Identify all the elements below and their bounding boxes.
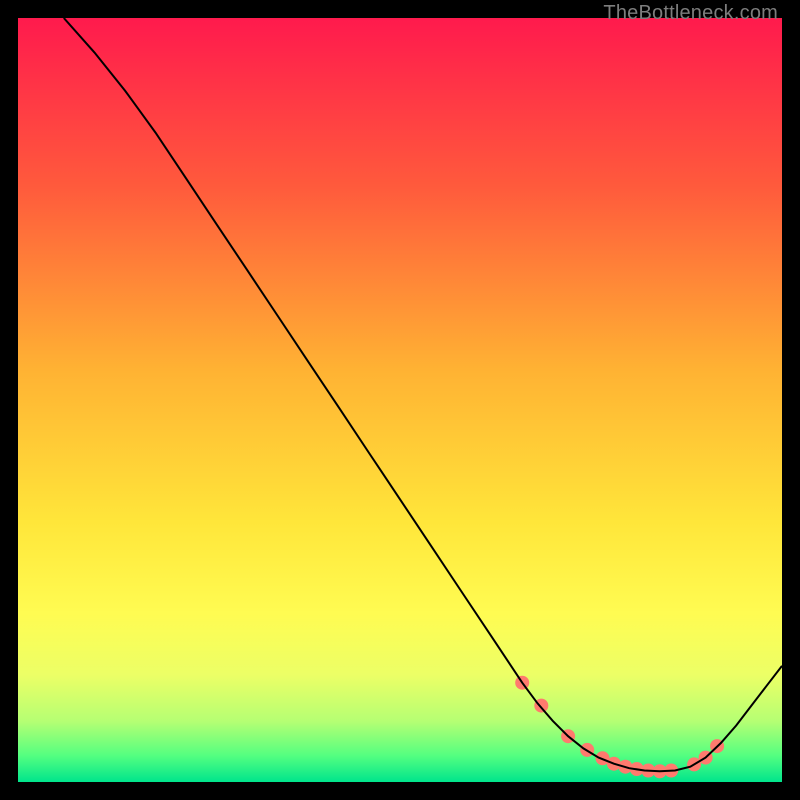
gradient-background <box>18 18 782 782</box>
watermark-text: TheBottleneck.com <box>603 2 778 25</box>
chart-frame <box>18 18 782 782</box>
chart-svg <box>18 18 782 782</box>
